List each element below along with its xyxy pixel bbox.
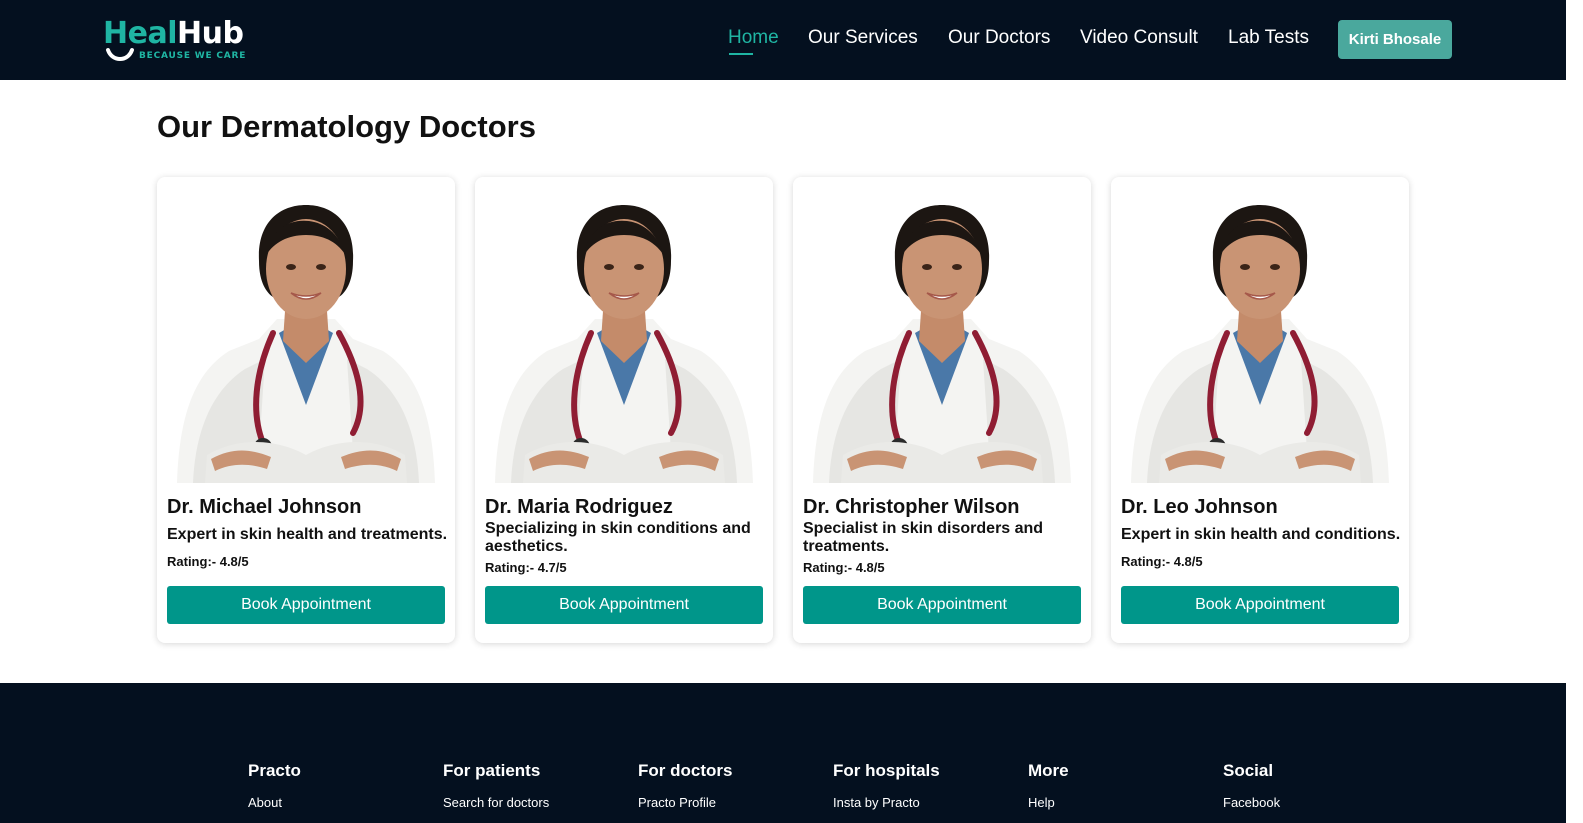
footer-column-for-patients: For patients Search for doctors bbox=[443, 761, 549, 810]
smile-icon bbox=[106, 48, 134, 61]
doctor-photo bbox=[485, 193, 763, 483]
doctor-name: Dr. Christopher Wilson bbox=[803, 496, 1020, 518]
doctor-description: Specializing in skin conditions and aest… bbox=[485, 520, 751, 555]
footer-column-more: More Help bbox=[1028, 761, 1069, 810]
book-appointment-button[interactable]: Book Appointment bbox=[167, 586, 445, 624]
footer-link[interactable]: Facebook bbox=[1223, 795, 1280, 810]
nav-lab-tests-label: Lab Tests bbox=[1228, 27, 1309, 48]
healhub-logo[interactable]: HealHub BECAUSE WE CARE bbox=[103, 16, 253, 68]
nav-our-doctors-label: Our Doctors bbox=[948, 27, 1051, 48]
doctor-card: Dr. Michael Johnson Expert in skin healt… bbox=[157, 177, 455, 643]
top-navbar: HealHub BECAUSE WE CARE Home Our Service… bbox=[0, 0, 1566, 80]
book-appointment-button[interactable]: Book Appointment bbox=[1121, 586, 1399, 624]
doctor-description: Specialist in skin disorders and treatme… bbox=[803, 520, 1044, 555]
nav-our-services-label: Our Services bbox=[808, 27, 918, 48]
footer-link[interactable]: Search for doctors bbox=[443, 795, 549, 810]
logo-tagline: BECAUSE WE CARE bbox=[139, 51, 247, 61]
logo-hub-text: Hub bbox=[176, 16, 244, 51]
doctor-rating: Rating:- 4.8/5 bbox=[167, 554, 249, 569]
doctor-rating: Rating:- 4.8/5 bbox=[803, 560, 885, 575]
doctor-rating: Rating:- 4.8/5 bbox=[1121, 554, 1203, 569]
doctor-name: Dr. Leo Johnson bbox=[1121, 496, 1278, 518]
footer-column-practo: Practo About bbox=[248, 761, 301, 810]
user-profile-button[interactable]: Kirti Bhosale bbox=[1338, 20, 1452, 59]
active-nav-underline bbox=[729, 53, 753, 55]
book-appointment-button[interactable]: Book Appointment bbox=[485, 586, 763, 624]
nav-video-consult-label: Video Consult bbox=[1080, 27, 1198, 48]
doctor-card: Dr. Maria Rodriguez Specializing in skin… bbox=[475, 177, 773, 643]
page-title: Our Dermatology Doctors bbox=[157, 109, 536, 144]
footer-link[interactable]: Insta by Practo bbox=[833, 795, 940, 810]
footer-heading: For hospitals bbox=[833, 761, 940, 780]
site-footer: Practo About For patients Search for doc… bbox=[0, 683, 1566, 823]
doctor-name: Dr. Michael Johnson bbox=[167, 496, 362, 518]
footer-link[interactable]: Practo Profile bbox=[638, 795, 732, 810]
footer-link[interactable]: About bbox=[248, 795, 301, 810]
doctor-photo bbox=[1121, 193, 1399, 483]
scrollbar-track[interactable] bbox=[1566, 0, 1583, 823]
doctor-card: Dr. Christopher Wilson Specialist in ski… bbox=[793, 177, 1091, 643]
doctor-name: Dr. Maria Rodriguez bbox=[485, 496, 673, 518]
footer-heading: Practo bbox=[248, 761, 301, 780]
footer-link[interactable]: Help bbox=[1028, 795, 1069, 810]
nav-home[interactable]: Home bbox=[728, 27, 779, 55]
footer-heading: Social bbox=[1223, 761, 1274, 780]
doctor-photo bbox=[167, 193, 445, 483]
footer-heading: More bbox=[1028, 761, 1069, 780]
footer-column-for-doctors: For doctors Practo Profile bbox=[638, 761, 732, 810]
doctor-description: Expert in skin health and conditions. bbox=[1121, 526, 1401, 543]
doctor-rating: Rating:- 4.7/5 bbox=[485, 560, 567, 575]
doctor-description: Expert in skin health and treatments. bbox=[167, 526, 448, 543]
doctor-photo bbox=[803, 193, 1081, 483]
footer-heading: For patients bbox=[443, 761, 541, 780]
nav-home-label: Home bbox=[728, 27, 779, 48]
nav-our-services[interactable]: Our Services bbox=[808, 27, 918, 53]
nav-our-doctors[interactable]: Our Doctors bbox=[948, 27, 1050, 53]
book-appointment-button[interactable]: Book Appointment bbox=[803, 586, 1081, 624]
footer-column-for-hospitals: For hospitals Insta by Practo bbox=[833, 761, 940, 810]
nav-lab-tests[interactable]: Lab Tests bbox=[1228, 27, 1309, 53]
footer-heading: For doctors bbox=[638, 761, 733, 780]
footer-column-social: Social Facebook bbox=[1223, 761, 1280, 810]
doctor-card: Dr. Leo Johnson Expert in skin health an… bbox=[1111, 177, 1409, 643]
nav-video-consult[interactable]: Video Consult bbox=[1080, 27, 1198, 53]
